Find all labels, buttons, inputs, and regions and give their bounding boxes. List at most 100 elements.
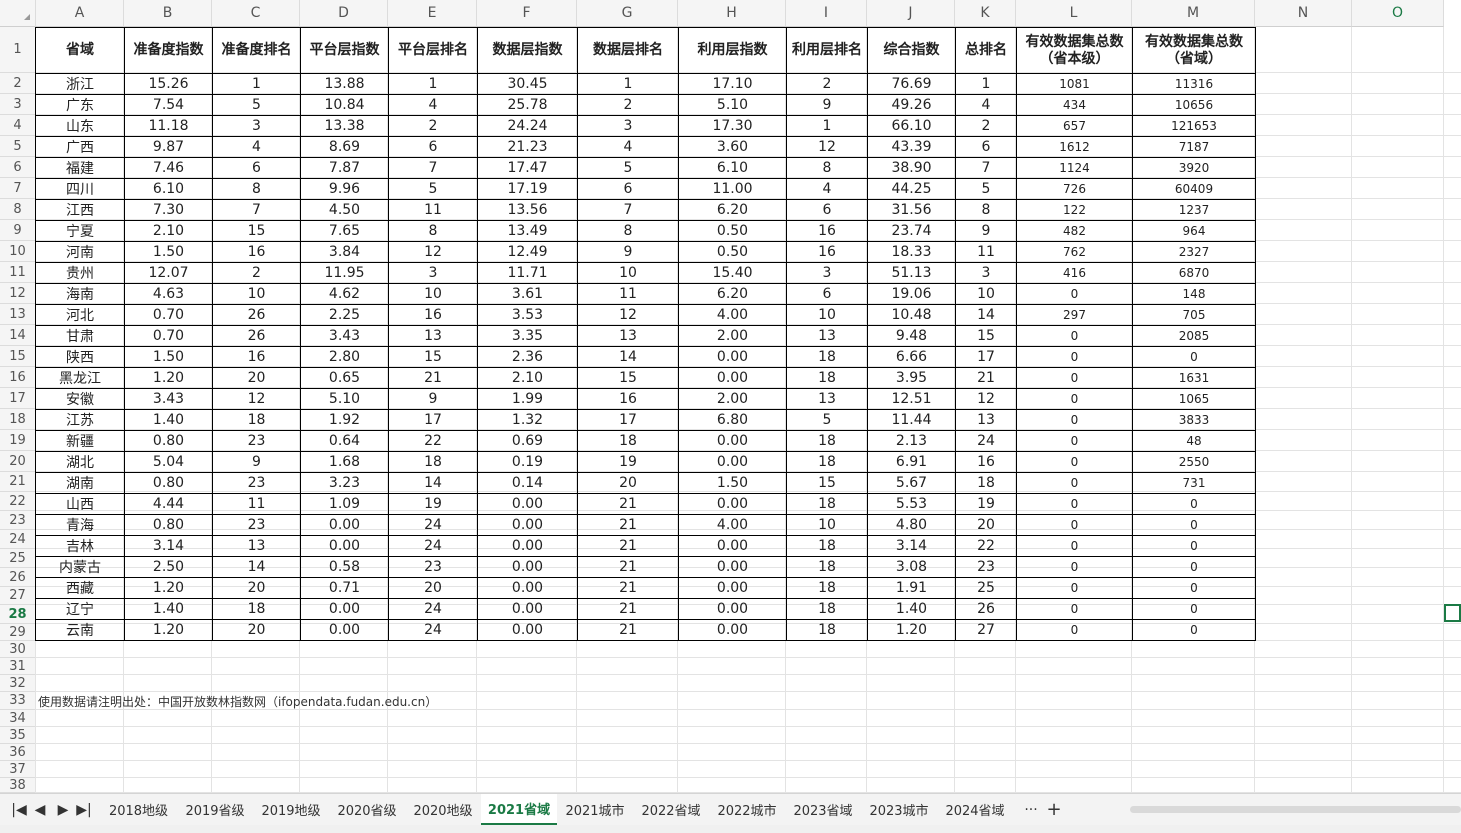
table-cell[interactable]: 0.65 <box>300 367 389 389</box>
table-cell[interactable]: 黑龙江 <box>35 367 125 389</box>
table-cell[interactable]: 1.20 <box>124 577 213 599</box>
table-cell[interactable]: 24 <box>388 619 478 641</box>
header-cell[interactable]: 总排名 <box>955 27 1017 74</box>
column-header-F[interactable]: F <box>477 0 577 27</box>
table-cell[interactable]: 内蒙古 <box>35 556 125 578</box>
row-header-16[interactable]: 16 <box>0 367 36 388</box>
table-cell[interactable]: 1 <box>212 73 301 95</box>
table-cell[interactable]: 4 <box>212 136 301 158</box>
table-cell[interactable]: 26 <box>212 304 301 326</box>
row-header-9[interactable]: 9 <box>0 220 36 241</box>
table-cell[interactable]: 0 <box>1132 514 1256 536</box>
source-note[interactable]: 使用数据请注明出处：中国开放数林指数网（ifopendata.fudan.edu… <box>38 693 437 710</box>
table-cell[interactable]: 7.65 <box>300 220 389 242</box>
table-cell[interactable]: 8 <box>955 199 1017 221</box>
table-cell[interactable]: 15 <box>786 472 868 494</box>
table-cell[interactable]: 2.13 <box>867 430 956 452</box>
table-cell[interactable]: 0 <box>1016 556 1133 578</box>
row-header-10[interactable]: 10 <box>0 241 36 262</box>
table-cell[interactable]: 1 <box>388 73 478 95</box>
table-cell[interactable]: 6 <box>212 157 301 179</box>
table-cell[interactable]: 13 <box>955 409 1017 431</box>
table-cell[interactable]: 1081 <box>1016 73 1133 95</box>
table-cell[interactable]: 0.58 <box>300 556 389 578</box>
table-cell[interactable]: 1065 <box>1132 388 1256 410</box>
column-header-A[interactable]: A <box>36 0 124 27</box>
header-cell[interactable]: 有效数据集总数（省域） <box>1132 27 1256 74</box>
table-cell[interactable]: 23 <box>955 556 1017 578</box>
table-cell[interactable]: 0 <box>1016 451 1133 473</box>
table-cell[interactable]: 762 <box>1016 241 1133 263</box>
table-cell[interactable]: 1.40 <box>124 598 213 620</box>
sheet-tab[interactable]: 2018地级 <box>100 794 177 825</box>
table-cell[interactable]: 24 <box>955 430 1017 452</box>
table-cell[interactable]: 21 <box>577 619 679 641</box>
table-cell[interactable]: 6.66 <box>867 346 956 368</box>
table-cell[interactable]: 3.35 <box>477 325 578 347</box>
row-header-38[interactable]: 38 <box>0 778 36 793</box>
table-cell[interactable]: 19.06 <box>867 283 956 305</box>
table-cell[interactable]: 0.00 <box>300 535 389 557</box>
table-cell[interactable]: 11.95 <box>300 262 389 284</box>
sheet-tab[interactable]: 2021省域 <box>481 794 557 825</box>
table-cell[interactable]: 0.70 <box>124 304 213 326</box>
sheet-tab[interactable]: 2020省级 <box>329 794 405 825</box>
table-cell[interactable]: 福建 <box>35 157 125 179</box>
table-cell[interactable]: 0.00 <box>300 619 389 641</box>
table-cell[interactable]: 1.40 <box>867 598 956 620</box>
sheet-tab[interactable]: 2019地级 <box>253 794 329 825</box>
table-cell[interactable]: 3 <box>786 262 868 284</box>
row-header-24[interactable]: 24 <box>0 530 36 549</box>
table-cell[interactable]: 13.88 <box>300 73 389 95</box>
table-cell[interactable]: 964 <box>1132 220 1256 242</box>
table-cell[interactable]: 0.64 <box>300 430 389 452</box>
table-cell[interactable]: 0 <box>1016 325 1133 347</box>
table-cell[interactable]: 0.80 <box>124 514 213 536</box>
table-cell[interactable]: 3.08 <box>867 556 956 578</box>
table-cell[interactable]: 浙江 <box>35 73 125 95</box>
table-cell[interactable]: 2.10 <box>477 367 578 389</box>
table-cell[interactable]: 0.00 <box>300 514 389 536</box>
table-cell[interactable]: 21 <box>577 556 679 578</box>
table-cell[interactable]: 17 <box>577 409 679 431</box>
table-cell[interactable]: 海南 <box>35 283 125 305</box>
table-cell[interactable]: 0 <box>1132 556 1256 578</box>
table-cell[interactable]: 辽宁 <box>35 598 125 620</box>
row-header-2[interactable]: 2 <box>0 73 36 94</box>
table-cell[interactable]: 121653 <box>1132 115 1256 137</box>
table-cell[interactable]: 12.49 <box>477 241 578 263</box>
table-cell[interactable]: 25 <box>955 577 1017 599</box>
sheet-tab[interactable]: 2023省域 <box>785 794 861 825</box>
table-cell[interactable]: 18 <box>786 430 868 452</box>
table-cell[interactable]: 6 <box>388 136 478 158</box>
table-cell[interactable]: 21 <box>577 535 679 557</box>
table-cell[interactable]: 10656 <box>1132 94 1256 116</box>
table-cell[interactable]: 4.63 <box>124 283 213 305</box>
row-header-4[interactable]: 4 <box>0 115 36 136</box>
row-header-32[interactable]: 32 <box>0 675 36 692</box>
table-cell[interactable]: 3.61 <box>477 283 578 305</box>
table-cell[interactable]: 4 <box>388 94 478 116</box>
table-cell[interactable]: 10.48 <box>867 304 956 326</box>
table-cell[interactable]: 11 <box>955 241 1017 263</box>
table-cell[interactable]: 0.50 <box>678 220 787 242</box>
table-cell[interactable]: 云南 <box>35 619 125 641</box>
table-cell[interactable]: 2 <box>577 94 679 116</box>
header-cell[interactable]: 数据层排名 <box>577 27 679 74</box>
header-cell[interactable]: 平台层排名 <box>388 27 478 74</box>
table-cell[interactable]: 0.00 <box>477 514 578 536</box>
table-cell[interactable]: 2327 <box>1132 241 1256 263</box>
table-cell[interactable]: 18 <box>212 598 301 620</box>
table-cell[interactable]: 0.00 <box>477 535 578 557</box>
table-cell[interactable]: 1.32 <box>477 409 578 431</box>
table-cell[interactable]: 22 <box>388 430 478 452</box>
table-cell[interactable]: 17.19 <box>477 178 578 200</box>
table-cell[interactable]: 0 <box>1016 619 1133 641</box>
table-cell[interactable]: 60409 <box>1132 178 1256 200</box>
table-cell[interactable]: 38.90 <box>867 157 956 179</box>
table-cell[interactable]: 0.00 <box>477 556 578 578</box>
header-cell[interactable]: 综合指数 <box>867 27 956 74</box>
column-header-I[interactable]: I <box>786 0 867 27</box>
table-cell[interactable]: 657 <box>1016 115 1133 137</box>
table-cell[interactable]: 广西 <box>35 136 125 158</box>
